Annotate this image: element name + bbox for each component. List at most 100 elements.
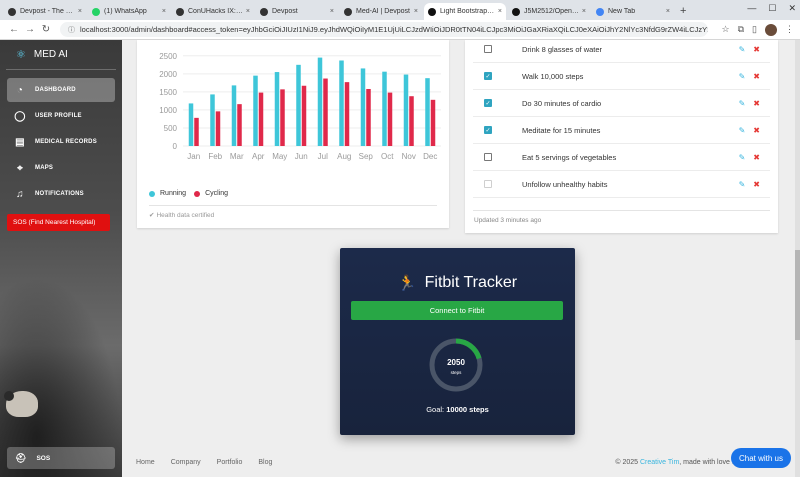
chart-footer-text: Health data certified <box>156 212 215 219</box>
reload-icon[interactable]: ↻ <box>38 24 54 35</box>
delete-icon[interactable]: ✖ <box>753 180 760 189</box>
edit-icon[interactable]: ✎ <box>739 180 746 189</box>
tasks-updated-text: Updated 3 minutes ago <box>474 217 542 224</box>
connect-fitbit-button[interactable]: Connect to Fitbit <box>351 301 563 320</box>
new-tab-icon[interactable]: + <box>680 5 686 17</box>
close-window-icon[interactable]: ✕ <box>788 3 796 14</box>
creative-tim-link[interactable]: Creative Tim <box>640 459 679 466</box>
close-tab-icon[interactable]: × <box>246 8 250 15</box>
url-field[interactable]: ⓘ localhost:3000/admin/dashboard#access_… <box>60 22 708 37</box>
sos-find-hospital-button[interactable]: SOS (Find Nearest Hospital) <box>7 214 110 231</box>
sidebar-item-label: SOS <box>36 454 51 462</box>
scrollbar-thumb[interactable] <box>795 250 800 340</box>
delete-icon[interactable]: ✖ <box>753 99 760 108</box>
bar-cycling <box>258 92 264 146</box>
delete-icon[interactable]: ✖ <box>753 72 760 81</box>
profile-avatar[interactable] <box>765 23 777 36</box>
runner-icon: 🏃 <box>397 275 417 292</box>
bar-running <box>360 68 366 146</box>
chart-legend: Running Cycling <box>149 190 228 197</box>
edit-icon[interactable]: ✎ <box>739 72 746 81</box>
task-checkbox[interactable] <box>484 153 492 161</box>
browser-tab[interactable]: J5M2512/OpenTrac × <box>508 3 590 20</box>
browser-tab[interactable]: Devpost - The home× <box>4 3 86 20</box>
connect-fitbit-label: Connect to Fitbit <box>429 306 485 315</box>
sidebar-item-label: MEDICAL RECORDS <box>35 139 97 145</box>
delete-icon[interactable]: ✖ <box>753 45 760 54</box>
task-checkbox[interactable] <box>484 180 492 188</box>
browser-tab[interactable]: New Tab × <box>592 3 674 20</box>
browser-tab[interactable]: Med-AI | Devpost × <box>340 3 422 20</box>
steps-unit: steps <box>450 370 462 375</box>
divider <box>473 210 770 211</box>
site-info-icon[interactable]: ⓘ <box>68 25 75 35</box>
sidebar: ⚛ MED AI ◔ DASHBOARD ◯ USER PROFILE ▤ MEDICAL… <box>0 40 122 477</box>
github-icon <box>512 7 520 16</box>
devpost-icon <box>260 7 268 16</box>
sidebar-item-maps[interactable]: ⌖ MAPS <box>7 156 115 180</box>
close-tab-icon[interactable]: × <box>582 8 586 15</box>
steps-count: 2050 <box>447 358 465 367</box>
devpost-icon <box>344 7 352 16</box>
back-icon[interactable]: ← <box>6 24 22 35</box>
menu-kebab-icon[interactable]: ⋮ <box>785 24 794 35</box>
forward-icon[interactable]: → <box>22 24 38 35</box>
bar-cycling <box>344 82 350 146</box>
brand[interactable]: ⚛ MED AI <box>6 40 116 70</box>
browser-tab[interactable]: ConUHacks IX: Dreat× <box>172 3 254 20</box>
legend-running-dot <box>149 190 155 197</box>
close-tab-icon[interactable]: × <box>666 8 670 15</box>
sidepanel-icon[interactable]: ▯ <box>752 24 757 35</box>
close-tab-icon[interactable]: × <box>330 8 334 15</box>
close-tab-icon[interactable]: × <box>414 8 418 15</box>
sidebar-item-dashboard[interactable]: ◔ DASHBOARD <box>7 78 115 102</box>
close-tab-icon[interactable]: × <box>498 8 502 15</box>
x-tick-label: Oct <box>381 152 394 161</box>
task-checkbox[interactable]: ✓ <box>484 126 492 134</box>
task-row: ✓ Do 30 minutes of cardio ✎ ✖ <box>473 90 770 117</box>
bell-icon: ♫ <box>16 188 24 200</box>
footer-link-company[interactable]: Company <box>171 459 201 466</box>
sidebar-item-medical-records[interactable]: ▤ MEDICAL RECORDS <box>7 130 115 154</box>
sidebar-item-sos[interactable]: ⛑ SOS <box>7 447 115 469</box>
edit-icon[interactable]: ✎ <box>739 45 746 54</box>
browser-tab[interactable]: Light Bootstrap Dash× <box>424 3 506 20</box>
fitbit-title: 🏃 Fitbit Tracker <box>340 274 575 292</box>
sidebar-item-notifications[interactable]: ♫ NOTIFICATIONS <box>7 182 115 206</box>
user-icon: ◯ <box>14 110 26 122</box>
check-icon: ✔ <box>149 212 155 219</box>
minimize-icon[interactable]: — <box>747 3 756 14</box>
task-checkbox[interactable]: ✓ <box>484 72 492 80</box>
bar-cycling <box>430 99 436 146</box>
task-label: Drink 8 glasses of water <box>522 44 603 54</box>
delete-icon[interactable]: ✖ <box>753 126 760 135</box>
footer-link-home[interactable]: Home <box>136 459 155 466</box>
footer-link-blog[interactable]: Blog <box>258 459 272 466</box>
chat-with-us-button[interactable]: Chat with us <box>731 448 791 468</box>
task-checkbox[interactable] <box>484 45 492 53</box>
bar-cycling <box>237 104 242 146</box>
bookmark-star-icon[interactable]: ☆ <box>722 24 730 35</box>
close-tab-icon[interactable]: × <box>78 8 82 15</box>
delete-icon[interactable]: ✖ <box>753 153 760 162</box>
x-tick-label: Dec <box>423 152 437 161</box>
divider <box>149 205 437 206</box>
footer-link-portfolio[interactable]: Portfolio <box>217 459 243 466</box>
main-content: 0 500 1000 1500 2000 2500 Jan Feb Mar Apr May Jun Ju… <box>122 40 800 477</box>
x-tick-label: Sep <box>359 152 374 161</box>
edit-icon[interactable]: ✎ <box>739 99 746 108</box>
extensions-icon[interactable]: ⧉ <box>738 24 744 35</box>
task-checkbox[interactable]: ✓ <box>484 99 492 107</box>
browser-tab[interactable]: Devpost × <box>256 3 338 20</box>
bar-running <box>188 103 194 146</box>
edit-icon[interactable]: ✎ <box>739 153 746 162</box>
background-sheep-head <box>4 391 14 401</box>
steps-goal: Goal: 10000 steps <box>340 405 575 414</box>
browser-tab[interactable]: (1) WhatsApp × <box>88 3 170 20</box>
bar-cycling <box>387 92 393 146</box>
close-tab-icon[interactable]: × <box>162 8 166 15</box>
sidebar-item-user-profile[interactable]: ◯ USER PROFILE <box>7 104 115 128</box>
maximize-icon[interactable]: ☐ <box>768 3 776 14</box>
page-scrollbar[interactable] <box>795 40 800 477</box>
edit-icon[interactable]: ✎ <box>739 126 746 135</box>
